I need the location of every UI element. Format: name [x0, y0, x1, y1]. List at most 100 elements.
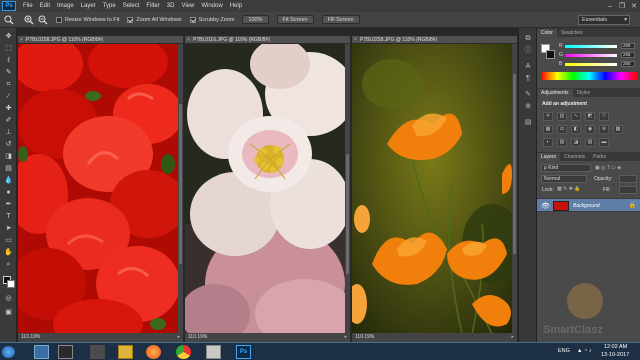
properties-panel-icon[interactable]: ⓘ	[523, 46, 533, 55]
menu-edit[interactable]: Edit	[40, 3, 50, 9]
history-brush-tool-icon[interactable]: ↺	[3, 140, 14, 150]
lasso-tool-icon[interactable]: ℓ	[3, 56, 14, 66]
shape-tool-icon[interactable]: ▭	[3, 236, 14, 246]
hue-saturation-icon[interactable]: ▦	[543, 125, 553, 134]
quick-mask-icon[interactable]: ◎	[3, 294, 14, 304]
menu-filter[interactable]: Filter	[146, 3, 159, 9]
posterize-icon[interactable]: ▧	[557, 138, 567, 147]
document-canvas-3[interactable]	[352, 44, 512, 333]
move-tool-icon[interactable]: ✥	[3, 32, 14, 42]
tab-color[interactable]: Color	[537, 29, 557, 37]
tab-adjustments[interactable]: Adjustments	[537, 89, 573, 97]
menu-window[interactable]: Window	[201, 3, 222, 9]
status-arrow-icon[interactable]: ▸	[344, 333, 347, 342]
pen-tool-icon[interactable]: ✒	[3, 200, 14, 210]
tab-paths[interactable]: Paths	[589, 153, 610, 161]
close-tab-icon[interactable]: ×	[20, 36, 23, 43]
layer-filter-icons[interactable]: ▣ ◎ T ▭ ◈	[595, 164, 637, 172]
taskbar-app-ie[interactable]	[34, 345, 49, 359]
menu-3d[interactable]: 3D	[167, 3, 175, 9]
taskbar-app-notepad[interactable]	[206, 345, 221, 359]
paragraph-panel-icon[interactable]: ¶	[523, 74, 533, 83]
fill-field[interactable]	[619, 186, 637, 194]
hand-tool-icon[interactable]: ✋	[3, 248, 14, 258]
taskbar-app-chrome[interactable]	[176, 345, 191, 359]
menu-type[interactable]: Type	[103, 3, 116, 9]
fill-screen-button[interactable]: Fill Screen	[321, 15, 360, 24]
minimize-button[interactable]: –	[604, 2, 616, 11]
eraser-tool-icon[interactable]: ◨	[3, 152, 14, 162]
layer-name[interactable]: Background	[573, 203, 600, 209]
blur-tool-icon[interactable]: 💧	[3, 176, 14, 186]
background-color-swatch[interactable]	[546, 50, 555, 59]
eyedropper-tool-icon[interactable]: ⁄	[3, 92, 14, 102]
menu-image[interactable]: Image	[57, 3, 74, 9]
threshold-icon[interactable]: ◪	[571, 138, 581, 147]
document-tab-1[interactable]: × P7BL0158.JPG @ 110% (RGB/8#)	[18, 36, 183, 44]
lock-icons[interactable]: ▩ ✎ ✥ 🔒	[557, 186, 581, 192]
type-tool-icon[interactable]: T	[3, 212, 14, 222]
menu-layer[interactable]: Layer	[81, 3, 96, 9]
menu-select[interactable]: Select	[123, 3, 140, 9]
layer-row-background[interactable]: 👁 Background 🔒	[537, 198, 640, 212]
document-canvas-2[interactable]	[185, 44, 345, 333]
status-arrow-icon[interactable]: ▸	[511, 333, 514, 342]
zoom-tool-icon[interactable]	[4, 15, 14, 25]
invert-icon[interactable]: ◐	[543, 138, 553, 147]
brightness-contrast-icon[interactable]: ☀	[543, 112, 553, 121]
zoom-in-icon[interactable]	[24, 15, 34, 25]
restore-button[interactable]: ❐	[616, 2, 628, 11]
tray-icons[interactable]: ▲ ◔ ♪	[577, 348, 592, 354]
tab-layers[interactable]: Layers	[537, 153, 561, 161]
channel-mixer-icon[interactable]: ⊛	[599, 125, 609, 134]
vibrance-icon[interactable]: ▽	[599, 112, 609, 121]
status-arrow-icon[interactable]: ▸	[177, 333, 180, 342]
color-spectrum-bar[interactable]	[541, 72, 637, 80]
brush-panel-icon[interactable]: ✎	[523, 90, 533, 99]
layer-filter-select[interactable]: ρ Kind	[541, 164, 591, 172]
document-canvas-1[interactable]	[18, 44, 178, 333]
curves-icon[interactable]: ∿	[571, 112, 581, 121]
blue-value[interactable]: 255	[621, 61, 635, 67]
taskbar-app-explorer[interactable]	[118, 345, 133, 359]
zoom-level[interactable]: 110.19%	[188, 334, 207, 340]
zoom-level[interactable]: 110.19%	[355, 334, 374, 340]
fit-screen-button[interactable]: Fit Screen	[276, 15, 314, 24]
workspace-select[interactable]: Essentials ▾	[578, 15, 630, 25]
menu-file[interactable]: File	[23, 3, 33, 9]
zoom-100-button[interactable]: 100%	[242, 15, 269, 24]
document-tab-3[interactable]: × P7BL0258.JPG @ 110% (RGB/8#)	[352, 36, 517, 44]
info-panel-icon[interactable]: ▤	[523, 118, 533, 127]
vertical-scrollbar[interactable]	[512, 44, 517, 333]
gradient-map-icon[interactable]: ▬	[599, 138, 609, 147]
vertical-scrollbar[interactable]	[345, 44, 350, 333]
close-button[interactable]: ✕	[628, 2, 640, 11]
taskbar-app-photoshop[interactable]: Ps	[236, 345, 251, 359]
eye-icon[interactable]: 👁	[541, 202, 550, 210]
brush-tool-icon[interactable]: ✐	[3, 116, 14, 126]
black-white-icon[interactable]: ◧	[571, 125, 581, 134]
history-panel-icon[interactable]: ⧉	[523, 34, 533, 43]
scrubby-zoom-checkbox[interactable]	[189, 16, 196, 23]
red-slider[interactable]: R 255	[559, 43, 635, 49]
taskbar-app-generic[interactable]	[90, 345, 105, 359]
zoom-tool-icon[interactable]: ⌕	[3, 260, 14, 270]
zoom-all-windows-checkbox[interactable]	[127, 16, 134, 23]
taskbar-app-firefox[interactable]	[146, 345, 161, 359]
tab-channels[interactable]: Channels	[560, 153, 589, 161]
clone-source-panel-icon[interactable]: ⊕	[523, 102, 533, 111]
menu-help[interactable]: Help	[230, 3, 242, 9]
clock-time[interactable]: 12:02 AM	[604, 344, 627, 350]
red-value[interactable]: 255	[621, 43, 635, 49]
clock-date[interactable]: 13-10-2017	[601, 352, 629, 358]
resize-windows-checkbox[interactable]	[56, 16, 62, 23]
zoom-out-icon[interactable]	[38, 15, 48, 25]
healing-brush-tool-icon[interactable]: ✚	[3, 104, 14, 114]
close-tab-icon[interactable]: ×	[187, 36, 190, 43]
taskbar-app-media[interactable]	[58, 345, 73, 359]
exposure-icon[interactable]: ◩	[585, 112, 595, 121]
menu-view[interactable]: View	[181, 3, 194, 9]
tab-swatches[interactable]: Swatches	[557, 29, 587, 37]
dodge-tool-icon[interactable]: ●	[3, 188, 14, 198]
opacity-field[interactable]	[619, 175, 637, 183]
